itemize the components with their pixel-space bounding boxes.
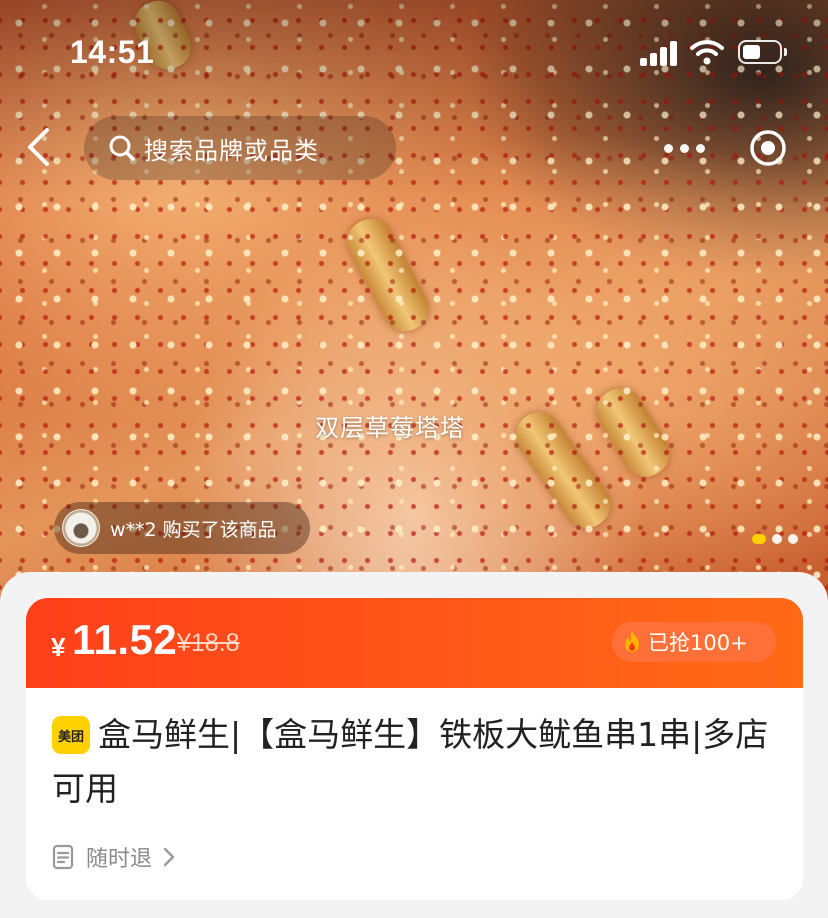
current-price: 11.52	[72, 616, 178, 663]
chevron-right-icon	[163, 847, 175, 867]
doc-icon	[52, 844, 74, 870]
sold-count-text: 已抢100+	[648, 631, 748, 655]
refund-policy-row[interactable]: 随时退	[52, 840, 176, 874]
recent-buyer-notice: w**2 购买了该商品	[54, 502, 310, 554]
battery-icon	[738, 40, 787, 64]
pager-dot	[772, 534, 782, 544]
more-dot	[679, 143, 689, 153]
meituan-logo: 美团	[52, 716, 90, 754]
back-button[interactable]	[18, 122, 58, 172]
signal-icon	[640, 40, 680, 66]
avatar	[62, 509, 100, 547]
target-icon[interactable]	[748, 128, 788, 168]
currency-symbol: ¥	[51, 632, 66, 662]
more-dot	[663, 143, 673, 153]
hero-caption: 双层草莓塔塔	[315, 414, 465, 442]
wifi-icon	[690, 40, 724, 65]
pager-dot	[788, 534, 798, 544]
status-time: 14:51	[70, 34, 155, 70]
status-bar: 14:51	[0, 0, 828, 100]
buyer-notice-text: w**2 购买了该商品	[110, 518, 277, 541]
price-bar: ¥ 11.52 ¥18.8 已抢100+	[26, 598, 803, 688]
carousel-pager	[752, 534, 798, 544]
product-card: ¥ 11.52 ¥18.8 已抢100+ 盒马鲜生|【盒马鲜生】铁板大鱿鱼串1串…	[26, 598, 803, 900]
pager-dot-active	[752, 534, 766, 544]
product-title: 盒马鲜生|【盒马鲜生】铁板大鱿鱼串1串|多店可用	[52, 715, 769, 808]
more-button[interactable]	[654, 128, 714, 168]
search-icon	[109, 135, 135, 161]
refund-policy-label: 随时退	[86, 847, 153, 872]
chevron-left-icon	[28, 128, 49, 166]
fire-icon	[625, 631, 639, 652]
sold-count-badge: 已抢100+	[612, 622, 776, 662]
more-dot	[695, 143, 705, 153]
search-input[interactable]: 搜索品牌或品类	[84, 116, 396, 180]
search-placeholder: 搜索品牌或品类	[144, 136, 319, 165]
original-price: ¥18.8	[177, 629, 240, 657]
